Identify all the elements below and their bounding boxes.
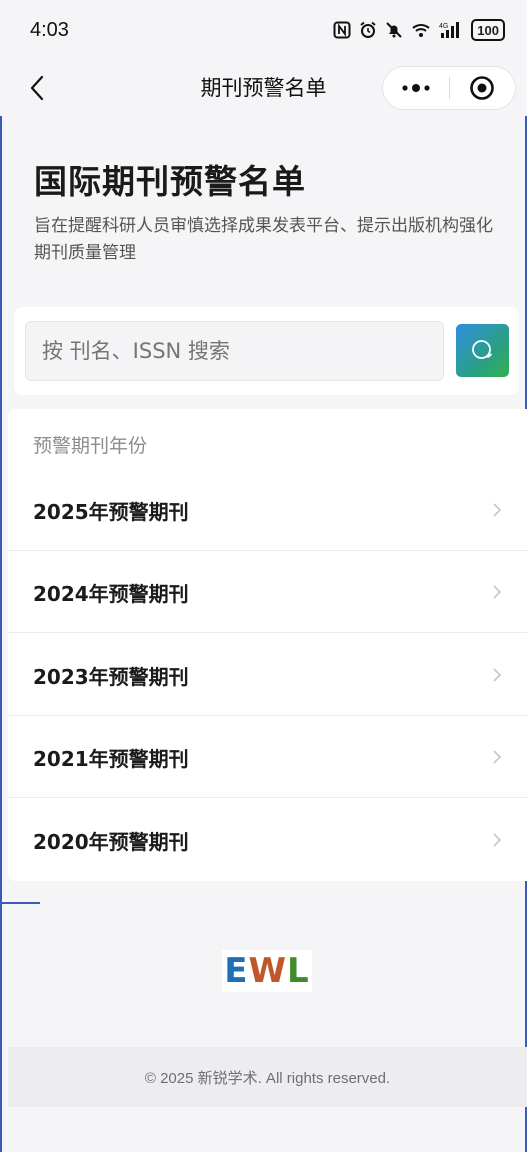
copyright-text: © 2025 新锐学术. All rights reserved. bbox=[144, 1069, 391, 1087]
more-dots-icon bbox=[402, 84, 430, 92]
search-button[interactable] bbox=[456, 324, 509, 377]
list-item-label: 2025年预警期刊 bbox=[33, 500, 189, 524]
footer: © 2025 新锐学术. All rights reserved. bbox=[8, 1047, 527, 1107]
page-subtitle: 旨在提醒科研人员审慎选择成果发表平台、提示出版机构强化期刊质量管理 bbox=[34, 216, 493, 263]
list-item-2020[interactable]: 2020年预警期刊 bbox=[8, 799, 527, 881]
logo-letter-e: E bbox=[224, 951, 249, 991]
list-item-2021[interactable]: 2021年预警期刊 bbox=[8, 716, 527, 798]
close-button[interactable] bbox=[450, 67, 516, 109]
more-button[interactable] bbox=[383, 67, 449, 109]
nfc-icon bbox=[333, 20, 351, 40]
mute-bell-icon bbox=[385, 20, 403, 40]
search-card bbox=[14, 307, 519, 395]
network-type-label: 4G bbox=[439, 23, 448, 30]
list-item-2025[interactable]: 2025年预警期刊 bbox=[8, 469, 527, 551]
chevron-right-icon bbox=[493, 585, 502, 599]
list-item-label: 2021年预警期刊 bbox=[33, 747, 189, 771]
mini-program-capsule bbox=[382, 66, 516, 110]
logo-letter-l: L bbox=[287, 951, 310, 991]
list-header: 预警期刊年份 bbox=[33, 435, 148, 457]
chevron-right-icon bbox=[493, 668, 502, 682]
chevron-right-icon bbox=[493, 833, 502, 847]
chevron-right-icon bbox=[493, 503, 502, 517]
list-item-label: 2023年预警期刊 bbox=[33, 665, 189, 689]
list-item-label: 2020年预警期刊 bbox=[33, 830, 189, 854]
list-item-2024[interactable]: 2024年预警期刊 bbox=[8, 551, 527, 633]
frame-border-left bbox=[0, 0, 2, 1152]
battery-level: 100 bbox=[477, 22, 499, 38]
list-item-label: 2024年预警期刊 bbox=[33, 582, 189, 606]
battery-icon: 100 bbox=[471, 19, 505, 41]
status-bar: 4:03 4G 100 bbox=[0, 0, 527, 60]
wifi-icon bbox=[411, 20, 431, 40]
cellular-signal-icon: 4G bbox=[439, 20, 463, 40]
alarm-icon bbox=[359, 20, 377, 40]
search-input[interactable] bbox=[25, 321, 444, 381]
list-item-2023[interactable]: 2023年预警期刊 bbox=[8, 634, 527, 716]
status-icons: 4G 100 bbox=[333, 19, 505, 41]
ewl-logo: E W L bbox=[222, 950, 312, 992]
page-title: 国际期刊预警名单 bbox=[34, 162, 306, 201]
chevron-right-icon bbox=[493, 750, 502, 764]
year-list-card: 预警期刊年份 2025年预警期刊 2024年预警期刊 2023年预警期刊 202… bbox=[8, 409, 527, 881]
search-icon bbox=[471, 339, 492, 359]
status-time: 4:03 bbox=[30, 18, 69, 41]
close-circle-icon bbox=[470, 76, 495, 100]
nav-bar: 期刊预警名单 bbox=[0, 60, 527, 116]
frame-tick bbox=[0, 902, 40, 904]
logo-letter-w: W bbox=[248, 951, 288, 991]
